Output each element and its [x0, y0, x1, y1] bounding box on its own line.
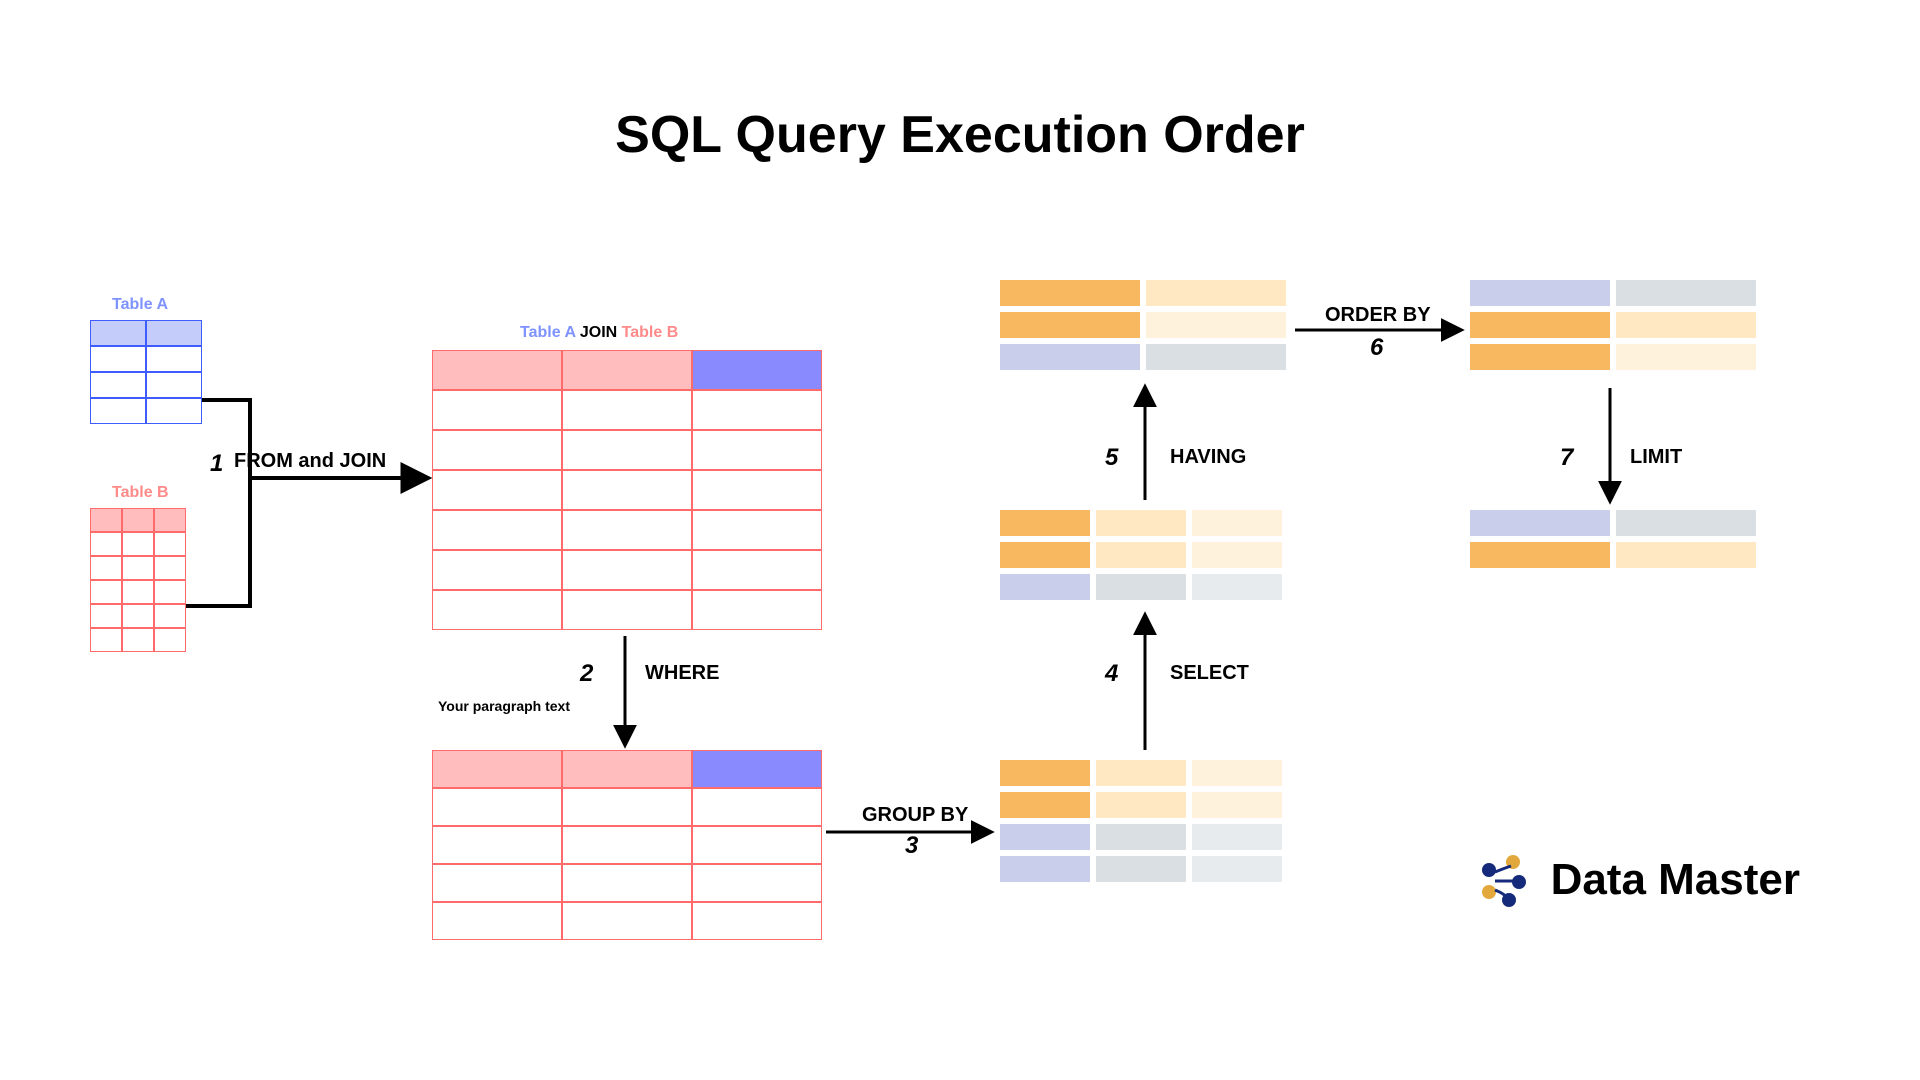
step-6-number: 6: [1370, 334, 1383, 362]
step-7-label: LIMIT: [1630, 446, 1682, 469]
orderby-table: [1470, 280, 1762, 376]
diagram-canvas: SQL Query Execution Order Table A Table …: [0, 0, 1920, 1080]
limit-table: [1470, 510, 1762, 574]
filtered-table: [432, 750, 822, 940]
table-a: [90, 320, 202, 424]
brand-logo: Data Master: [1475, 850, 1800, 910]
step-1-label: FROM and JOIN: [234, 450, 386, 473]
join-label-a: Table A: [520, 324, 575, 341]
table-a-label: Table A: [112, 296, 168, 314]
diagram-title: SQL Query Execution Order: [0, 105, 1920, 165]
step-2-number: 2: [580, 660, 593, 688]
table-b: [90, 508, 186, 652]
brand-logo-icon: [1475, 850, 1535, 910]
step-3-label: GROUP BY: [862, 804, 968, 827]
step-5-label: HAVING: [1170, 446, 1246, 469]
select-table: [1000, 510, 1288, 606]
step-5-number: 5: [1105, 444, 1118, 472]
having-table: [1000, 280, 1292, 376]
joined-table: [432, 350, 822, 630]
join-label-mid: JOIN: [575, 324, 621, 341]
join-label: Table A JOIN Table B: [520, 324, 678, 342]
step-2-caption: Your paragraph text: [438, 698, 570, 714]
step-4-number: 4: [1105, 660, 1118, 688]
table-b-label: Table B: [112, 484, 169, 502]
brand-name: Data Master: [1551, 855, 1800, 905]
step-1-number: 1: [210, 450, 223, 478]
step-7-number: 7: [1560, 444, 1573, 472]
step-6-label: ORDER BY: [1325, 304, 1431, 327]
step-3-number: 3: [905, 832, 918, 860]
step-2-label: WHERE: [645, 662, 719, 685]
join-label-b: Table B: [622, 324, 679, 341]
groupby-table: [1000, 760, 1288, 888]
step-4-label: SELECT: [1170, 662, 1249, 685]
